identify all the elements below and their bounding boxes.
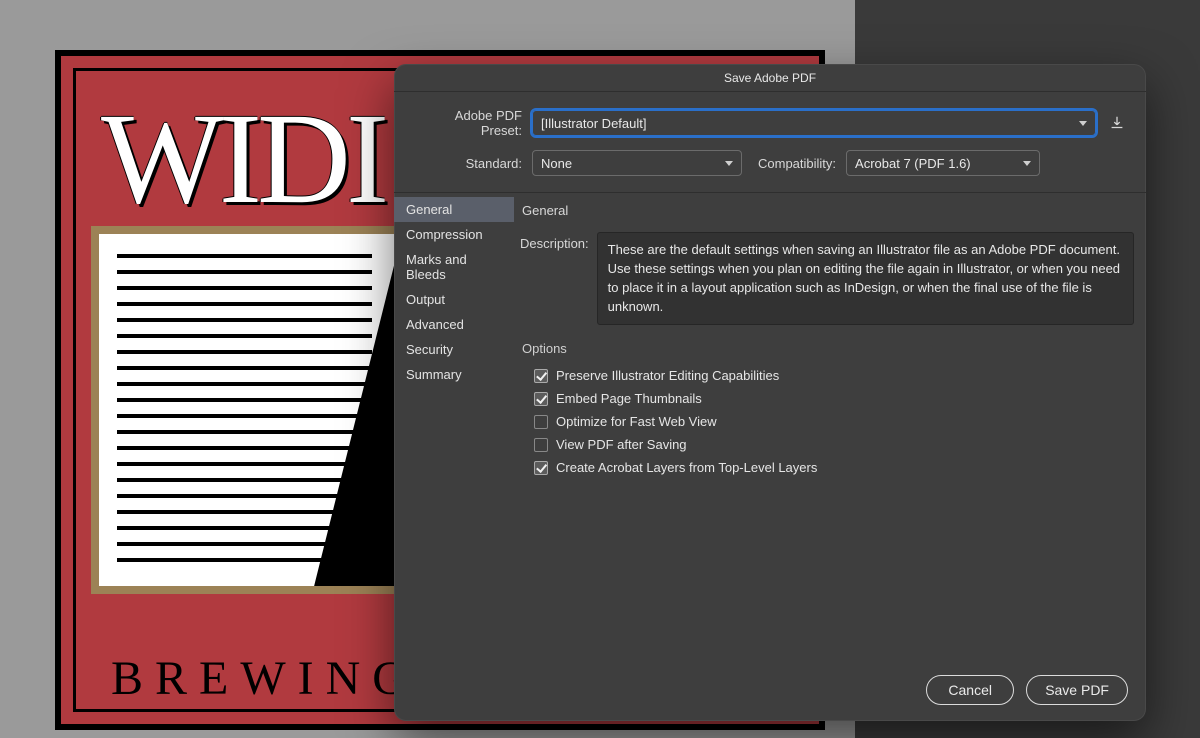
sidebar-item-compression[interactable]: Compression [394, 222, 514, 247]
standard-dropdown[interactable]: None [532, 150, 742, 176]
option-embed-page-thumbnails[interactable]: Embed Page Thumbnails [520, 387, 1134, 410]
chevron-down-icon [725, 161, 733, 166]
option-view-pdf-after-saving[interactable]: View PDF after Saving [520, 433, 1134, 456]
sidebar: GeneralCompressionMarks and BleedsOutput… [394, 193, 514, 661]
chevron-down-icon [1023, 161, 1031, 166]
option-preserve-illustrator-editing-capabilities[interactable]: Preserve Illustrator Editing Capabilitie… [520, 364, 1134, 387]
compat-label: Compatibility: [758, 156, 836, 171]
description-text: These are the default settings when savi… [597, 232, 1134, 325]
checkbox-icon [534, 369, 548, 383]
option-optimize-for-fast-web-view[interactable]: Optimize for Fast Web View [520, 410, 1134, 433]
dialog-footer: Cancel Save PDF [394, 661, 1146, 721]
save-preset-icon[interactable] [1106, 112, 1128, 134]
cancel-button[interactable]: Cancel [926, 675, 1014, 705]
panel-heading: General [522, 203, 1134, 218]
chevron-down-icon [1079, 121, 1087, 126]
option-label: Preserve Illustrator Editing Capabilitie… [556, 368, 779, 383]
standard-value: None [541, 156, 572, 171]
option-label: View PDF after Saving [556, 437, 687, 452]
options-list: Preserve Illustrator Editing Capabilitie… [520, 364, 1134, 479]
sidebar-item-marks-and-bleeds[interactable]: Marks and Bleeds [394, 247, 514, 287]
checkbox-icon [534, 461, 548, 475]
compat-value: Acrobat 7 (PDF 1.6) [855, 156, 971, 171]
panel-content: General Description: These are the defau… [514, 193, 1146, 661]
preset-value: [Illustrator Default] [541, 116, 647, 131]
checkbox-icon [534, 438, 548, 452]
compat-dropdown[interactable]: Acrobat 7 (PDF 1.6) [846, 150, 1040, 176]
checkbox-icon [534, 392, 548, 406]
sidebar-item-advanced[interactable]: Advanced [394, 312, 514, 337]
option-label: Optimize for Fast Web View [556, 414, 717, 429]
description-label: Description: [520, 232, 589, 251]
option-label: Create Acrobat Layers from Top-Level Lay… [556, 460, 817, 475]
sidebar-item-general[interactable]: General [394, 197, 514, 222]
option-create-acrobat-layers-from-top-level-layers[interactable]: Create Acrobat Layers from Top-Level Lay… [520, 456, 1134, 479]
dialog-title: Save Adobe PDF [394, 64, 1146, 92]
preset-dropdown[interactable]: [Illustrator Default] [532, 110, 1096, 136]
preset-label: Adobe PDF Preset: [412, 108, 522, 138]
art-text-top: WIDI [101, 84, 384, 234]
option-label: Embed Page Thumbnails [556, 391, 702, 406]
sidebar-item-security[interactable]: Security [394, 337, 514, 362]
standard-label: Standard: [412, 156, 522, 171]
sidebar-item-output[interactable]: Output [394, 287, 514, 312]
options-label: Options [522, 341, 1134, 356]
checkbox-icon [534, 415, 548, 429]
save-pdf-dialog: Save Adobe PDF Adobe PDF Preset: [Illust… [394, 64, 1146, 721]
dialog-top-controls: Adobe PDF Preset: [Illustrator Default] … [394, 92, 1146, 192]
save-pdf-button[interactable]: Save PDF [1026, 675, 1128, 705]
sidebar-item-summary[interactable]: Summary [394, 362, 514, 387]
